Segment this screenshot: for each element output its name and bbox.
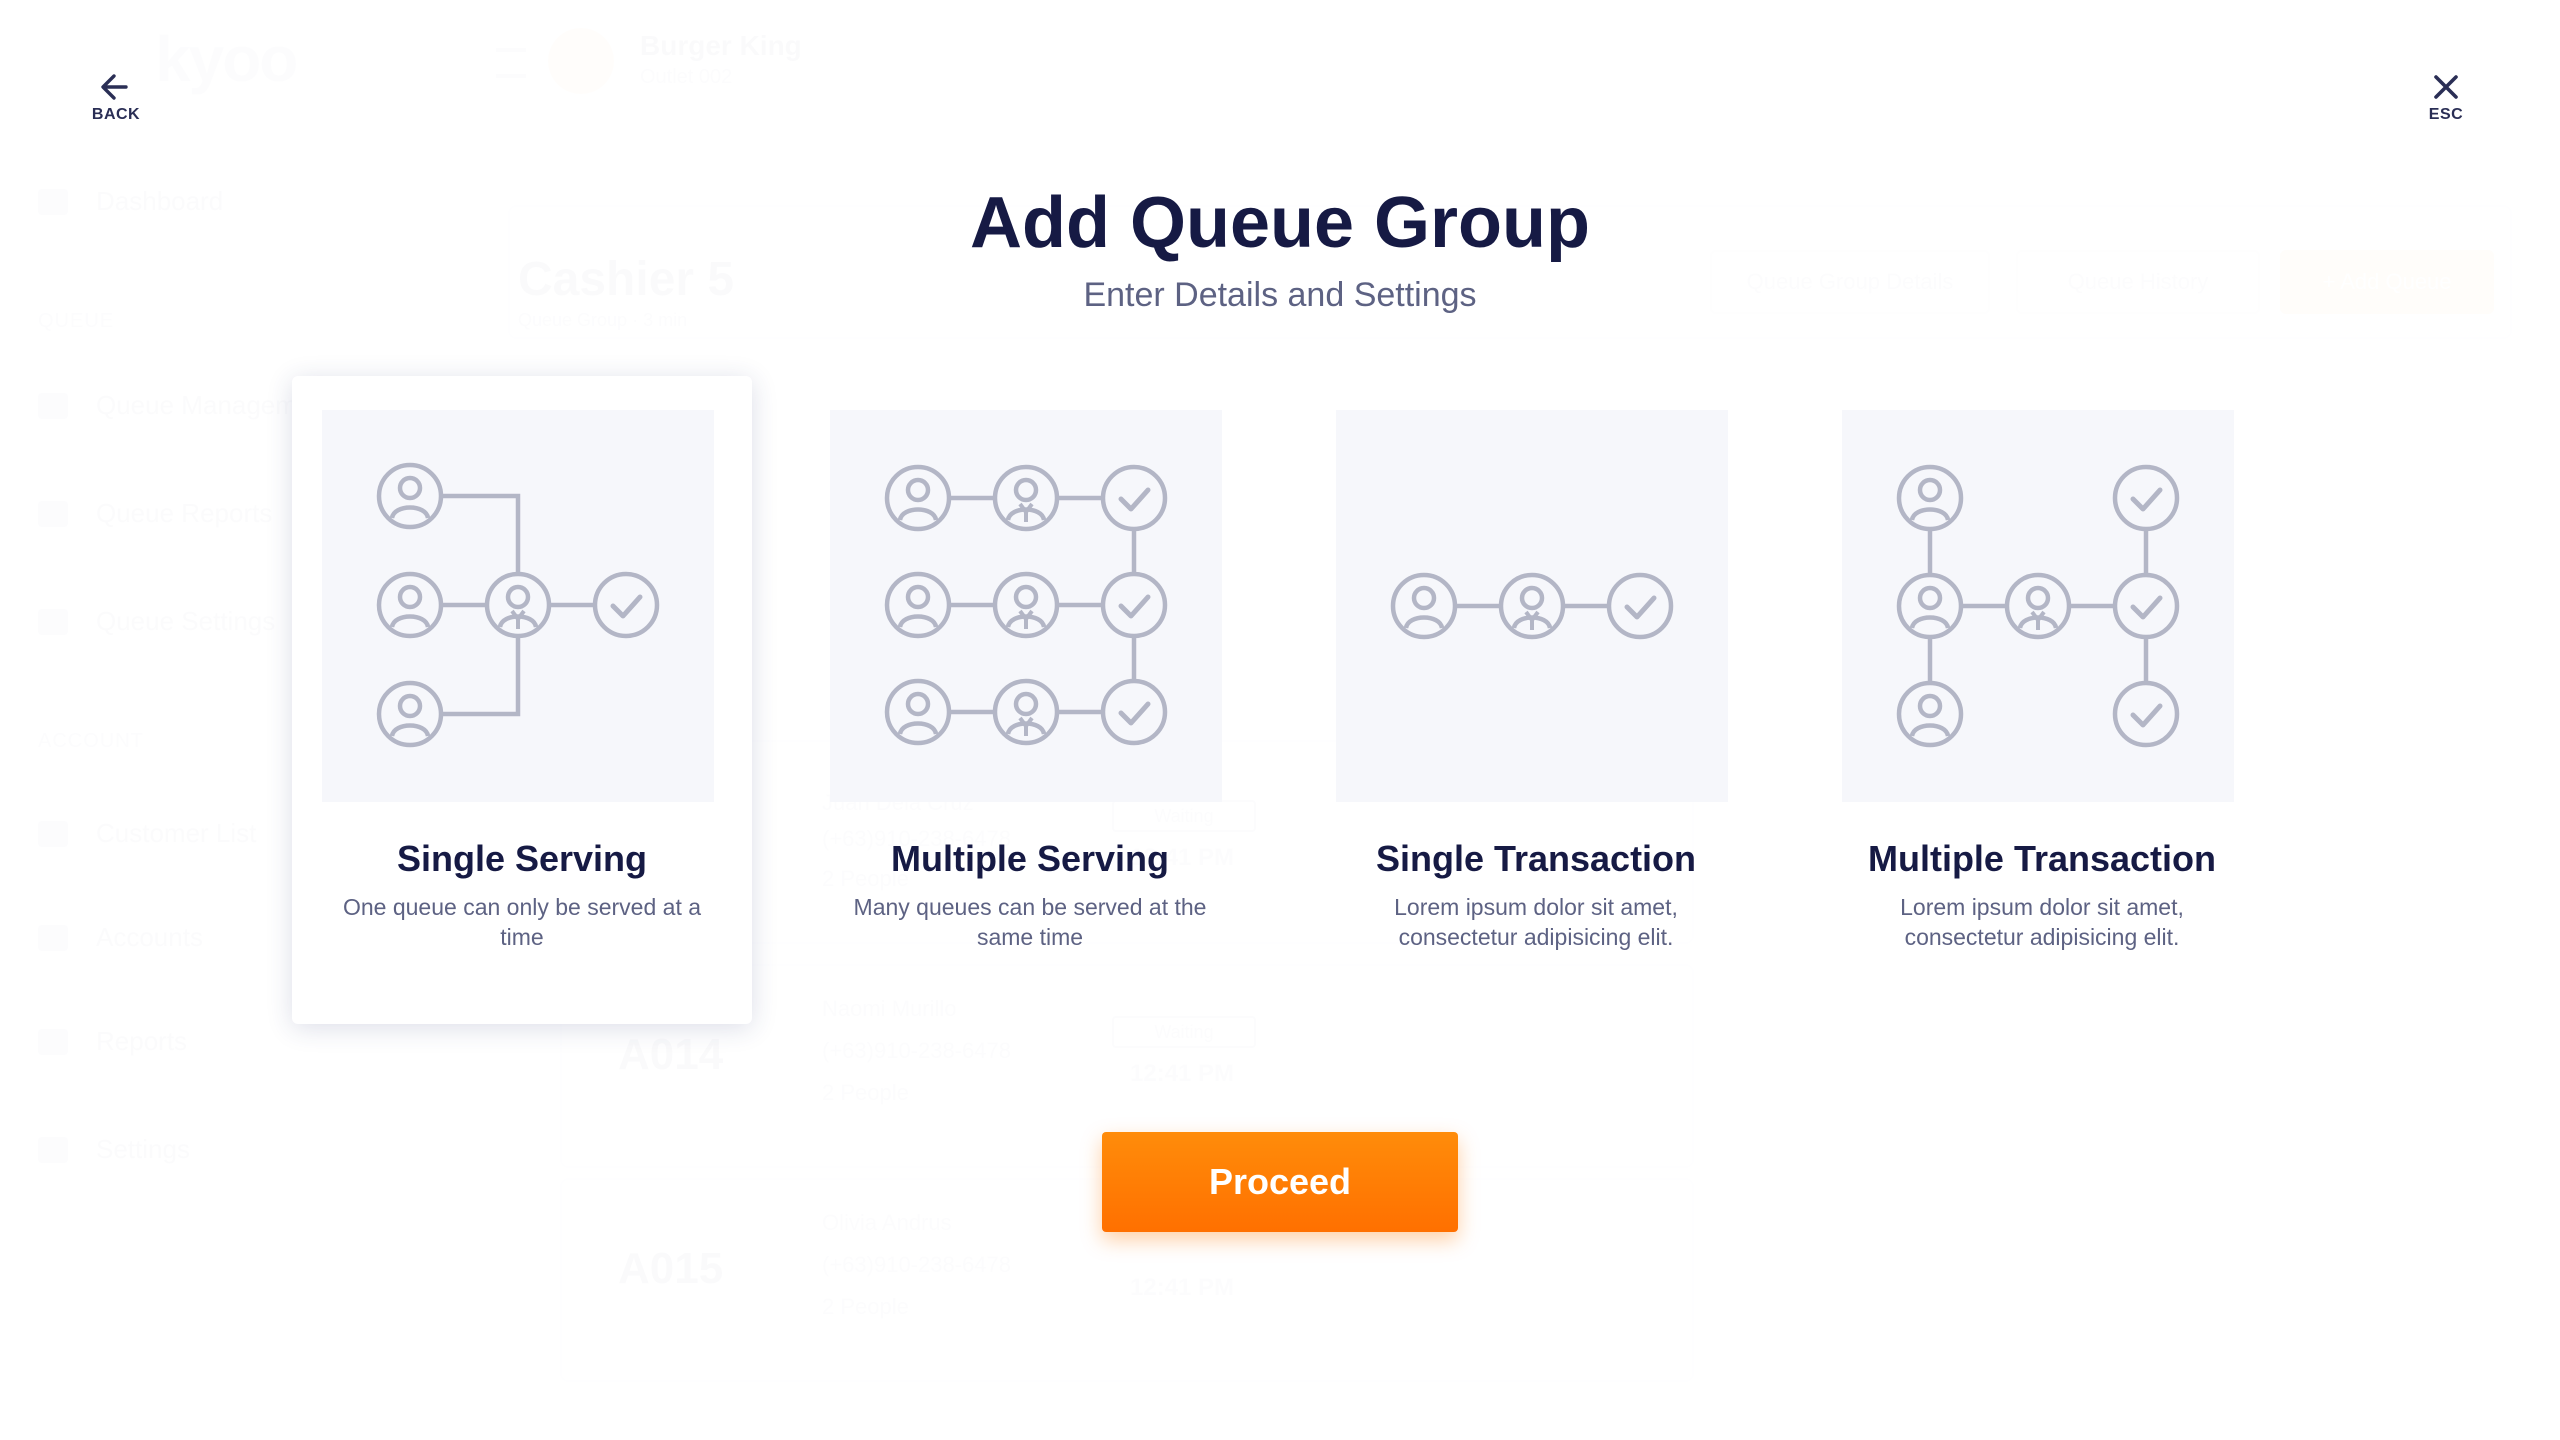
option-title: Single Transaction [1375,838,1697,879]
option-multiple-transaction[interactable]: Multiple Transaction Lorem ipsum dolor s… [1812,376,2272,1024]
close-icon [2434,75,2458,99]
back-label: BACK [91,106,141,123]
proceed-button[interactable]: Proceed [1102,1132,1458,1232]
option-multiple-serving[interactable]: Multiple Serving Many queues can be serv… [800,376,1260,1024]
multiple-serving-illustration [830,410,1222,802]
single-transaction-illustration [1336,410,1728,802]
option-description: Lorem ipsum dolor sit amet, consectetur … [1900,894,2184,950]
arrow-left-icon [101,74,128,100]
option-description: Many queues can be served at the same ti… [853,894,1207,950]
modal-subtitle: Enter Details and Settings [1083,276,1477,314]
esc-button[interactable]: ESC [2418,70,2474,124]
option-title: Multiple Serving [890,838,1170,879]
multiple-transaction-illustration [1842,410,2234,802]
modal-title: Add Queue Group [970,183,1590,263]
option-single-transaction[interactable]: Single Transaction Lorem ipsum dolor sit… [1306,376,1766,1024]
option-single-serving[interactable]: Single Serving One queue can only be ser… [292,376,752,1024]
single-serving-illustration [322,410,714,802]
option-description: One queue can only be served at a time [342,894,702,950]
option-title: Single Serving [396,838,648,879]
esc-label: ESC [2428,106,2464,123]
back-button[interactable]: BACK [88,70,144,124]
option-title: Multiple Transaction [1867,838,2217,879]
option-description: Lorem ipsum dolor sit amet, consectetur … [1394,894,1678,950]
